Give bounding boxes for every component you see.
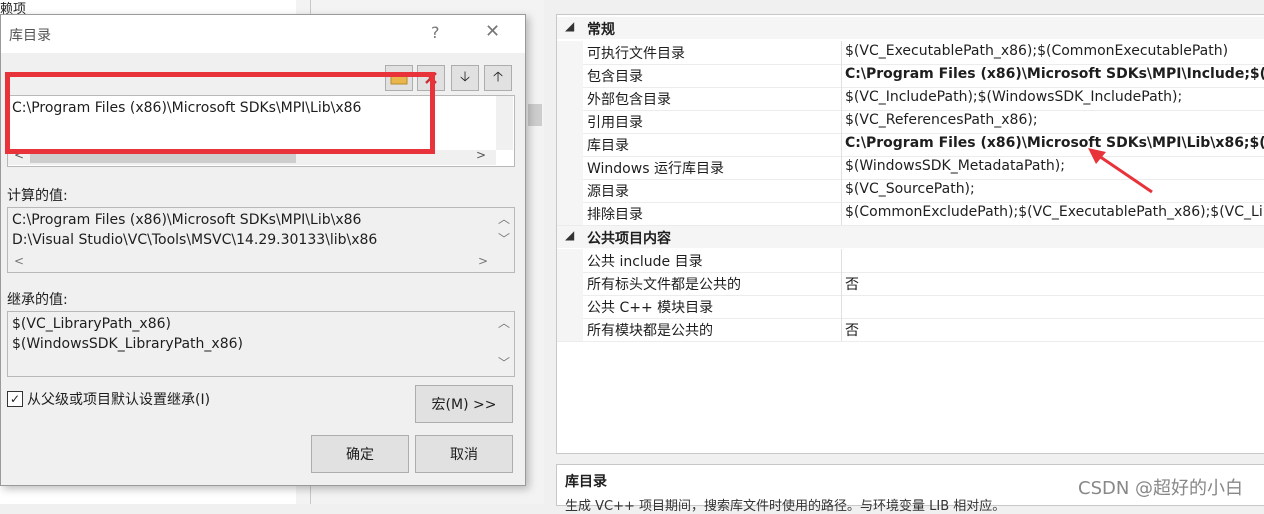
property-name: 源目录: [587, 184, 629, 200]
column-separator: [841, 64, 842, 87]
inherit-checkbox-label[interactable]: 从父级或项目默认设置继承(I): [27, 389, 210, 409]
property-name: 排除目录: [587, 207, 643, 223]
property-row[interactable]: 可执行文件目录 $(VC_ExecutablePath_x86);$(Commo…: [557, 41, 1264, 65]
cancel-button[interactable]: 取消: [415, 435, 513, 473]
scroll-right-icon[interactable]: >: [476, 148, 486, 162]
scroll-down-icon[interactable]: ﹀: [498, 230, 510, 247]
property-name: 公共 include 目录: [587, 254, 703, 270]
collapse-icon[interactable]: ◢: [565, 19, 574, 33]
row-gutter: [557, 318, 583, 341]
column-separator: [841, 202, 842, 225]
arrow-down-icon: 🡣: [459, 69, 471, 85]
property-value[interactable]: 否: [845, 274, 859, 294]
column-separator: [841, 249, 842, 272]
column-separator: [841, 318, 842, 341]
property-row[interactable]: 所有模块都是公共的 否: [557, 318, 1264, 342]
description-title: 库目录: [565, 474, 607, 490]
inherited-value-line: $(VC_LibraryPath_x86): [12, 316, 171, 332]
inherit-checkbox[interactable]: ✓: [7, 391, 23, 407]
row-gutter: [557, 133, 583, 156]
computed-values-box: C:\Program Files (x86)\Microsoft SDKs\MP…: [7, 207, 515, 273]
property-row[interactable]: 包含目录 C:\Program Files (x86)\Microsoft SD…: [557, 64, 1264, 88]
property-row[interactable]: 公共 include 目录: [557, 249, 1264, 273]
property-row[interactable]: 公共 C++ 模块目录: [557, 295, 1264, 319]
row-gutter: [557, 110, 583, 133]
property-value[interactable]: $(VC_SourcePath);: [845, 181, 975, 197]
column-separator: [841, 156, 842, 179]
annotation-arrow: [1088, 148, 1153, 194]
scroll-left-icon[interactable]: <: [14, 254, 24, 268]
collapse-icon[interactable]: ◢: [565, 228, 574, 242]
arrow-up-icon: 🡡: [492, 69, 504, 85]
column-separator: [841, 179, 842, 202]
property-grid: ◢ 常规 可执行文件目录 $(VC_ExecutablePath_x86);$(…: [556, 14, 1264, 454]
property-value[interactable]: 否: [845, 320, 859, 340]
row-gutter: [557, 156, 583, 179]
description-text: 生成 VC++ 项目期间，搜索库文件时使用的路径。与环境变量 LIB 相对应。: [565, 499, 1006, 514]
row-gutter: [557, 295, 583, 318]
property-name: 公共 C++ 模块目录: [587, 300, 714, 316]
library-directories-dialog: 库目录 ? ✕ 🡣 🡡 C:\Program Files (x86)\Micro…: [0, 14, 526, 486]
edit-vertical-scrollbar[interactable]: [496, 96, 513, 150]
move-down-button[interactable]: 🡣: [451, 65, 479, 91]
category-label: 常规: [587, 22, 615, 38]
inherited-values-label: 继承的值:: [7, 292, 68, 308]
row-gutter: [557, 272, 583, 295]
column-separator: [841, 295, 842, 318]
property-name: 所有模块都是公共的: [587, 323, 713, 339]
property-row[interactable]: 引用目录 $(VC_ReferencesPath_x86);: [557, 110, 1264, 134]
computed-value-line: C:\Program Files (x86)\Microsoft SDKs\MP…: [12, 212, 362, 228]
property-row[interactable]: 外部包含目录 $(VC_IncludePath);$(WindowsSDK_In…: [557, 87, 1264, 111]
property-name: 引用目录: [587, 115, 643, 131]
scroll-down-icon[interactable]: ﹀: [498, 354, 510, 371]
column-separator: [841, 272, 842, 295]
dialog-title: 库目录: [9, 28, 51, 44]
row-gutter: [557, 41, 583, 64]
column-separator: [841, 87, 842, 110]
computed-values-label: 计算的值:: [7, 188, 68, 204]
column-separator: [841, 110, 842, 133]
property-name: Windows 运行库目录: [587, 161, 724, 177]
annotation-highlight-box: [5, 72, 435, 154]
category-general[interactable]: ◢ 常规: [557, 17, 1264, 39]
inherited-value-line: $(WindowsSDK_LibraryPath_x86): [12, 336, 243, 352]
category-label: 公共项目内容: [587, 231, 671, 247]
column-separator: [841, 41, 842, 64]
row-gutter: [557, 64, 583, 87]
property-name: 包含目录: [587, 69, 643, 85]
column-separator: [841, 133, 842, 156]
scroll-up-icon[interactable]: ︿: [498, 210, 510, 227]
row-gutter: [557, 87, 583, 110]
property-value[interactable]: $(VC_ExecutablePath_x86);$(CommonExecuta…: [845, 43, 1228, 59]
category-public-project-content[interactable]: ◢ 公共项目内容: [557, 226, 1264, 248]
property-row[interactable]: 排除目录 $(CommonExcludePath);$(VC_Executabl…: [557, 202, 1264, 226]
scroll-right-icon[interactable]: >: [478, 254, 488, 268]
help-button[interactable]: ?: [431, 23, 440, 42]
property-value[interactable]: $(CommonExcludePath);$(VC_ExecutablePath…: [845, 204, 1263, 220]
dialog-titlebar: 库目录 ? ✕: [1, 15, 525, 53]
property-name: 外部包含目录: [587, 92, 671, 108]
scroll-up-icon[interactable]: ︿: [498, 314, 510, 331]
move-up-button[interactable]: 🡡: [484, 65, 512, 91]
row-gutter: [557, 202, 583, 225]
ok-button[interactable]: 确定: [311, 435, 409, 473]
property-value[interactable]: C:\Program Files (x86)\Microsoft SDKs\MP…: [845, 135, 1264, 151]
row-gutter: [557, 179, 583, 202]
watermark: CSDN @超好的小白: [1078, 478, 1244, 499]
macros-button[interactable]: 宏(M) >>: [415, 385, 513, 423]
row-gutter: [557, 249, 583, 272]
property-value[interactable]: C:\Program Files (x86)\Microsoft SDKs\MP…: [845, 66, 1264, 82]
property-value[interactable]: $(VC_IncludePath);$(WindowsSDK_IncludePa…: [845, 89, 1182, 105]
close-button[interactable]: ✕: [485, 21, 500, 42]
property-value[interactable]: $(WindowsSDK_MetadataPath);: [845, 158, 1065, 174]
property-name: 库目录: [587, 138, 629, 154]
inherited-values-box: $(VC_LibraryPath_x86) $(WindowsSDK_Libra…: [7, 311, 515, 377]
property-name: 可执行文件目录: [587, 46, 685, 62]
property-name: 所有标头文件都是公共的: [587, 277, 741, 293]
property-value[interactable]: $(VC_ReferencesPath_x86);: [845, 112, 1038, 128]
background-scrollbar-thumb[interactable]: [528, 104, 542, 126]
property-row[interactable]: 所有标头文件都是公共的 否: [557, 272, 1264, 296]
computed-value-line: D:\Visual Studio\VC\Tools\MSVC\14.29.301…: [12, 232, 378, 248]
